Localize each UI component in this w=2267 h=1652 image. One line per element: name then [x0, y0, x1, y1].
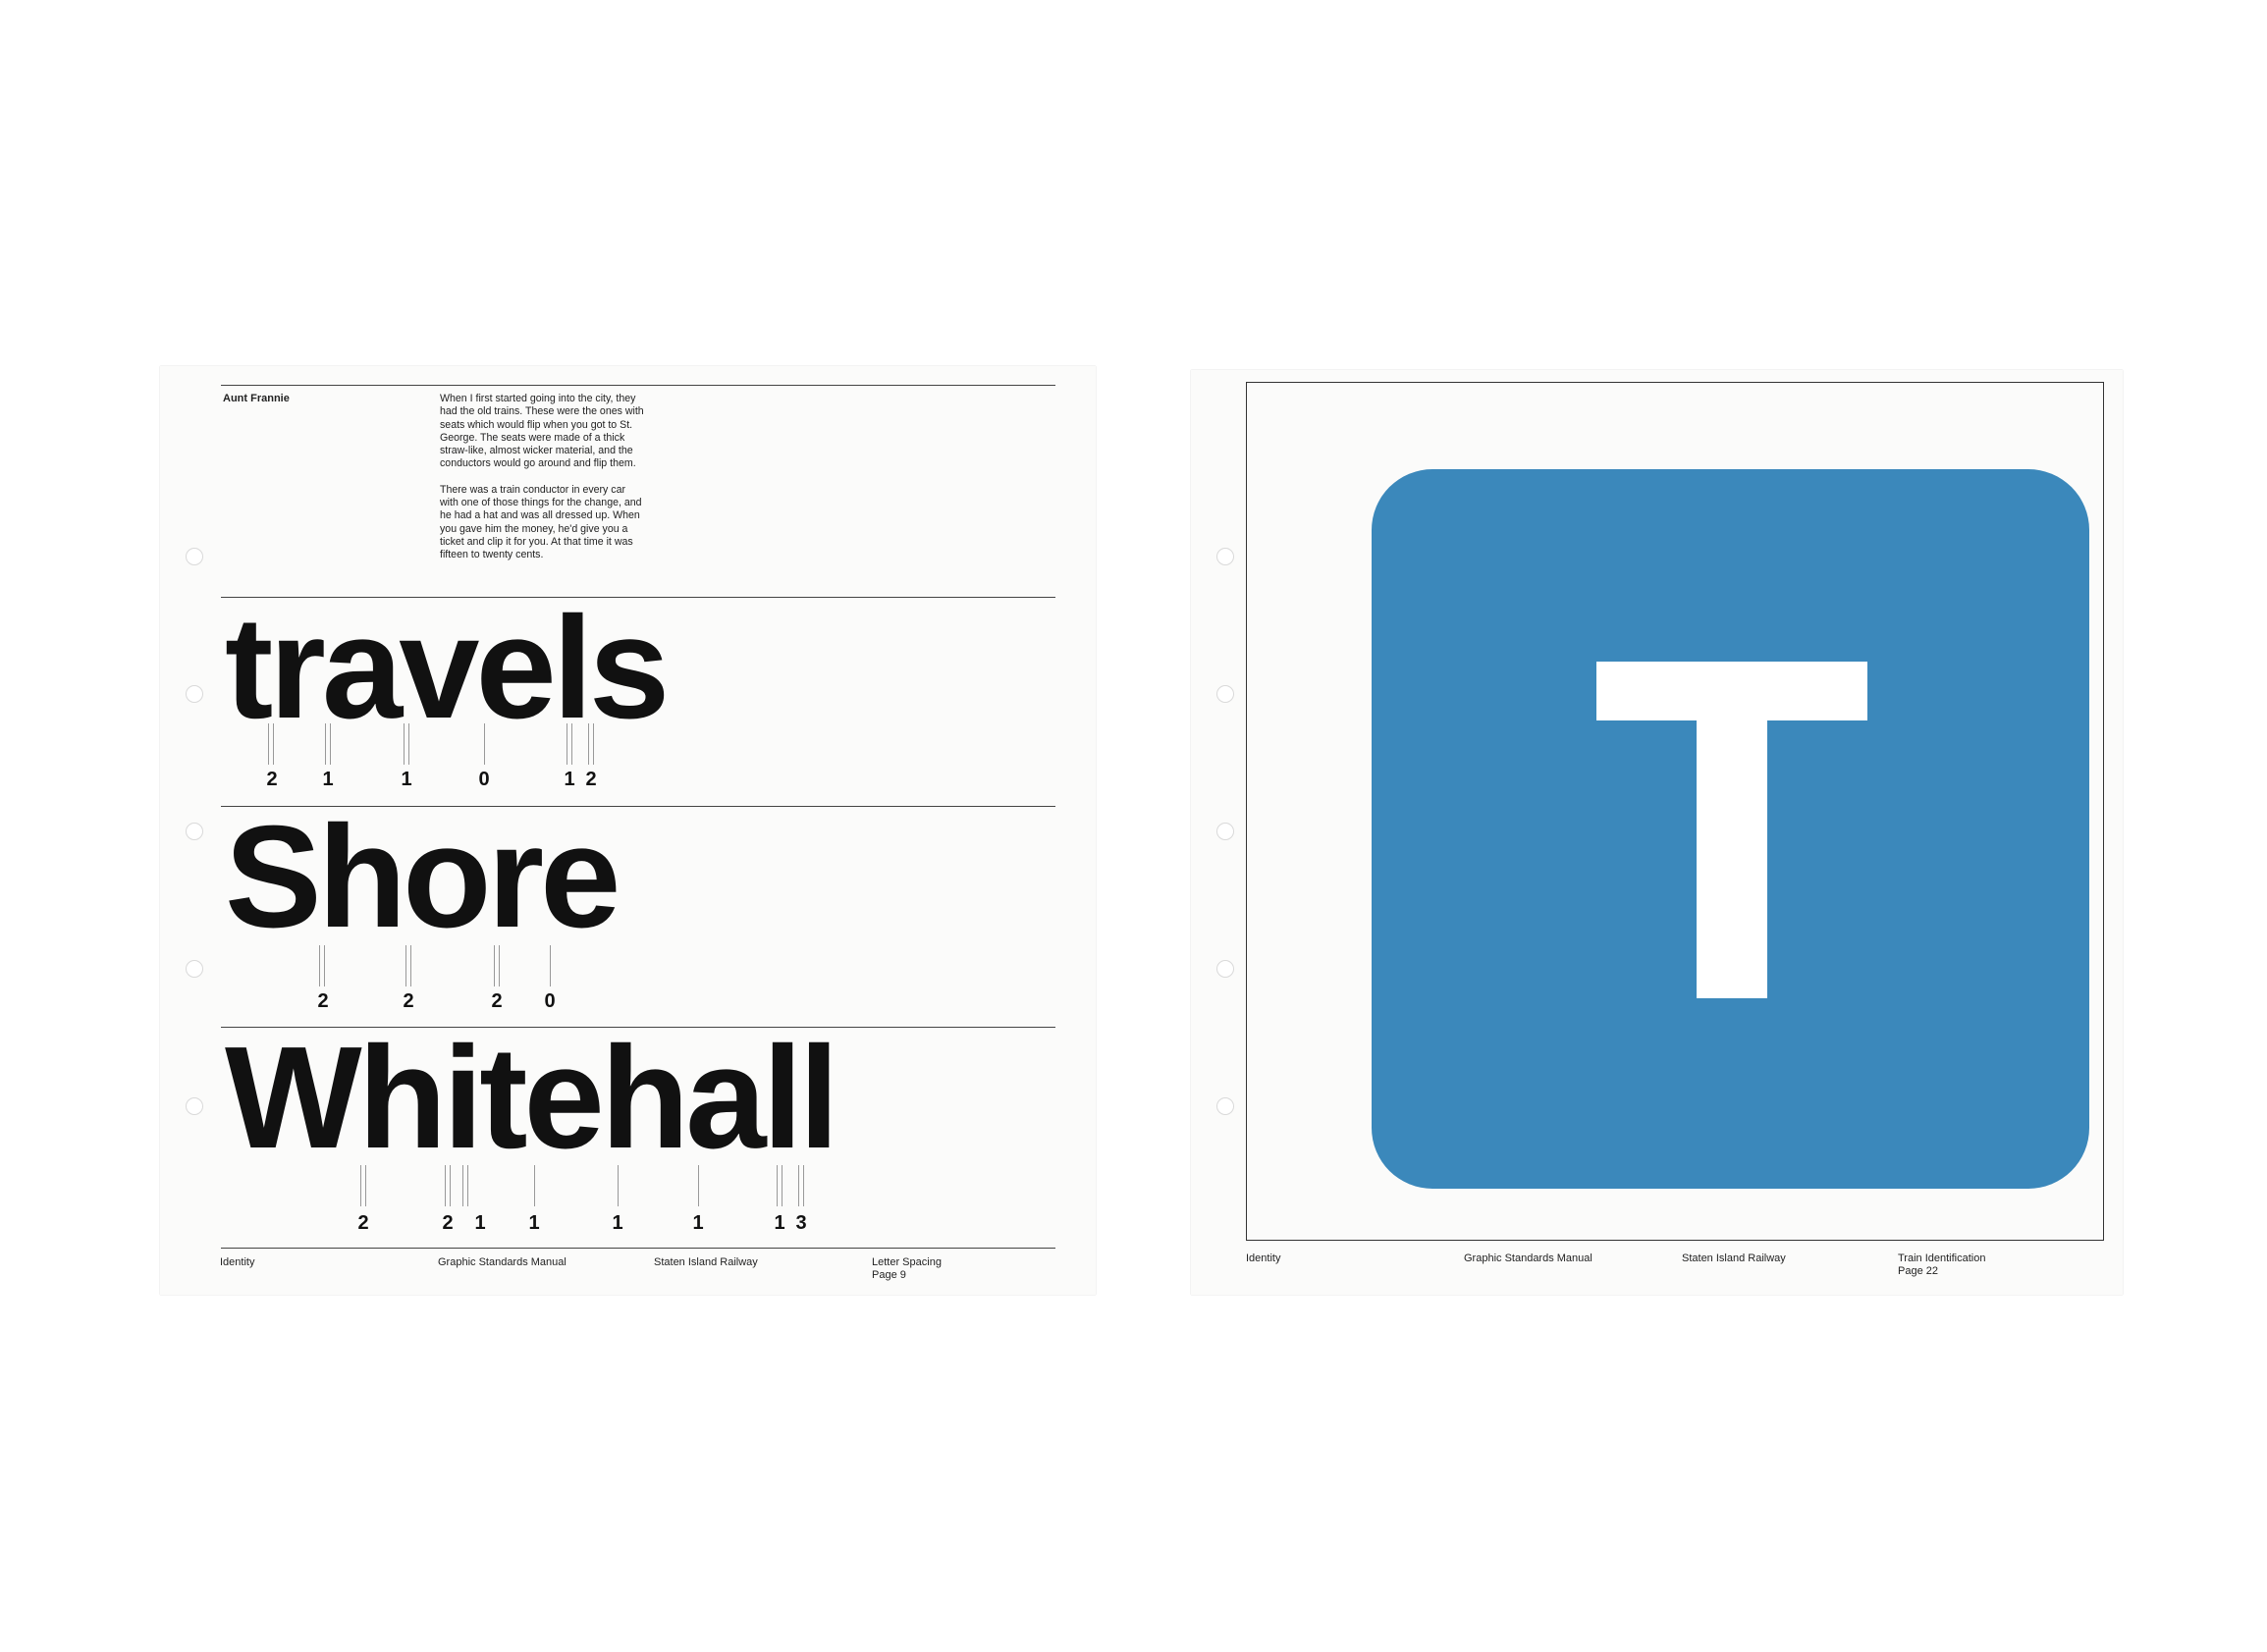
- binder-hole: [1216, 685, 1234, 703]
- spacing-value: 2: [442, 1212, 454, 1234]
- quote-text: When I first started going into the city…: [440, 393, 646, 575]
- spacing-marker: [405, 945, 411, 986]
- spacing-marker: [445, 1165, 451, 1206]
- spacing-value: 3: [795, 1212, 807, 1234]
- footer-identity: Identity: [1246, 1252, 1281, 1264]
- spacing-value: 1: [401, 769, 412, 790]
- spacing-marker: [534, 1165, 535, 1206]
- binder-hole: [186, 960, 203, 978]
- section-label: Aunt Frannie: [223, 393, 290, 404]
- spacing-marker: [462, 1165, 468, 1206]
- spacing-marker: [494, 945, 500, 986]
- spacing-marker: [567, 723, 572, 765]
- footer-section: Letter Spacing Page 9: [872, 1256, 942, 1282]
- spacing-marker: [618, 1165, 619, 1206]
- t-letter-stem: [1697, 720, 1767, 998]
- spacing-value: 1: [528, 1212, 540, 1234]
- binder-hole: [1216, 960, 1234, 978]
- spacing-value: 2: [357, 1212, 369, 1234]
- spacing-marker: [404, 723, 409, 765]
- footer-section: Train Identification Page 22: [1898, 1252, 1985, 1278]
- spacing-marker: [588, 723, 594, 765]
- spacing-marker: [484, 723, 485, 765]
- spacing-marker: [360, 1165, 366, 1206]
- binder-hole: [186, 548, 203, 565]
- spacing-marker: [550, 945, 551, 986]
- t-letter-crossbar: [1596, 662, 1867, 720]
- left-manual-page: Aunt Frannie When I first started going …: [160, 366, 1096, 1295]
- binder-hole: [1216, 1097, 1234, 1115]
- spacing-value: 2: [491, 990, 503, 1012]
- spacing-value: 2: [317, 990, 329, 1012]
- word-shore: Shore: [225, 796, 621, 958]
- spacing-value: 2: [585, 769, 597, 790]
- binder-hole: [1216, 548, 1234, 565]
- footer-railway: Staten Island Railway: [1682, 1252, 1786, 1264]
- word-whitehall: Whitehall: [225, 1017, 839, 1179]
- footer-page-number: Page 22: [1898, 1265, 1938, 1277]
- spacing-value: 1: [692, 1212, 704, 1234]
- spacing-marker: [798, 1165, 804, 1206]
- spacing-value: 1: [612, 1212, 623, 1234]
- spacing-value: 1: [774, 1212, 785, 1234]
- quote-paragraph-2: There was a train conductor in every car…: [440, 483, 642, 561]
- top-rule: [221, 385, 1055, 386]
- binder-hole: [186, 1097, 203, 1115]
- spacing-value: 1: [564, 769, 575, 790]
- footer-railway: Staten Island Railway: [654, 1256, 758, 1268]
- spacing-value: 2: [266, 769, 278, 790]
- right-manual-page: T Identity Graphic Standards Manual Stat…: [1191, 370, 2123, 1295]
- spacing-marker: [319, 945, 325, 986]
- spacing-value: 0: [478, 769, 490, 790]
- footer-section-title: Train Identification: [1898, 1252, 1986, 1264]
- footer-identity: Identity: [220, 1256, 255, 1268]
- train-identification-symbol: T: [1372, 469, 2089, 1189]
- binder-hole: [186, 823, 203, 840]
- symbol-frame: T: [1246, 382, 2104, 1241]
- footer-rule: [221, 1248, 1055, 1249]
- spacing-marker: [698, 1165, 699, 1206]
- footer-section-title: Letter Spacing: [872, 1256, 942, 1268]
- footer-page-number: Page 9: [872, 1269, 906, 1281]
- footer-manual-title: Graphic Standards Manual: [438, 1256, 567, 1268]
- spacing-value: 2: [403, 990, 414, 1012]
- quote-paragraph-1: When I first started going into the city…: [440, 393, 644, 470]
- spacing-value: 1: [322, 769, 334, 790]
- spacing-value: 1: [474, 1212, 486, 1234]
- spacing-marker: [268, 723, 274, 765]
- binder-hole: [186, 685, 203, 703]
- symbol-letter: T: [1372, 469, 1373, 470]
- spacing-marker: [777, 1165, 783, 1206]
- footer-manual-title: Graphic Standards Manual: [1464, 1252, 1592, 1264]
- spacing-value: 0: [544, 990, 556, 1012]
- binder-hole: [1216, 823, 1234, 840]
- spacing-marker: [325, 723, 331, 765]
- word-travels: travels: [225, 587, 670, 749]
